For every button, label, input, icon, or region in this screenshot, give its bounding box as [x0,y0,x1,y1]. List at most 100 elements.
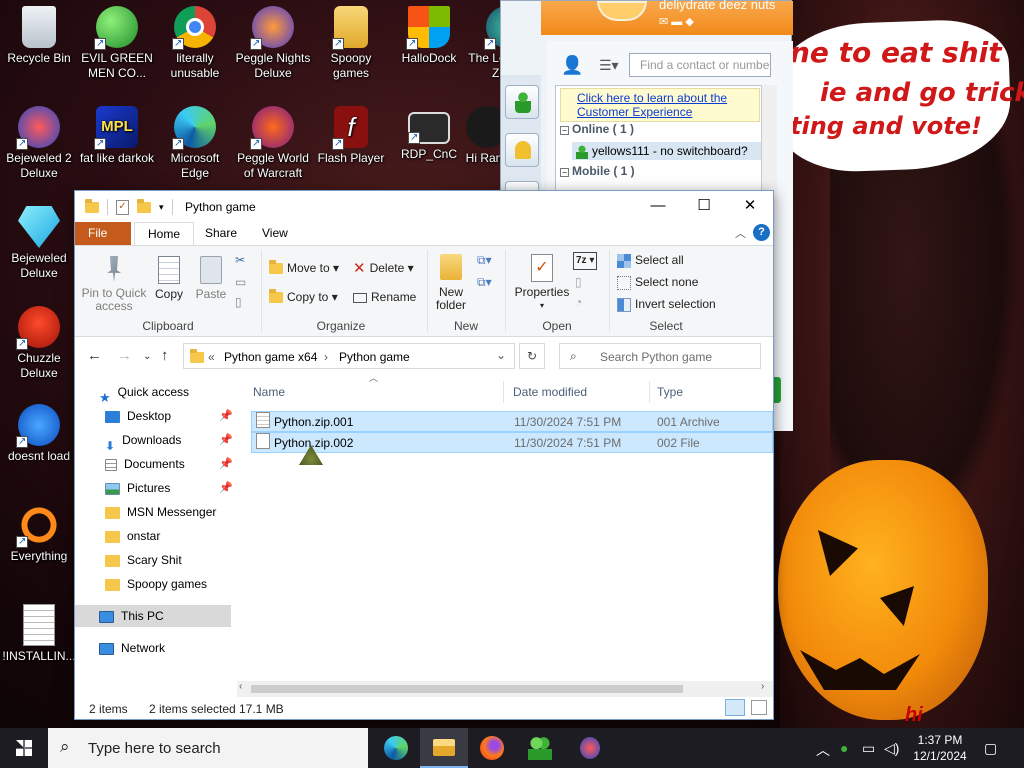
desktop-icon-fat-like-darkok[interactable]: MPL fat like darkok [78,100,156,166]
large-icons-view-icon[interactable] [751,700,767,715]
nav-item-documents[interactable]: Documents [105,453,185,475]
pinned-icon[interactable]: 📌 [219,457,233,470]
msn-mail-icon[interactable]: ✉ ▬ ◆ [659,15,694,28]
desktop-icon-edge[interactable]: Microsoft Edge [156,100,234,181]
properties-check-icon[interactable]: ✓ [116,199,129,215]
select-all-button[interactable]: Select all [617,252,684,268]
taskbar-edge[interactable] [372,728,420,768]
invert-selection-button[interactable]: Invert selection [617,296,716,312]
scroll-left-icon[interactable]: ‹ [239,681,242,692]
minimize-button[interactable]: — [635,191,681,221]
desktop-icon-peggle-nights[interactable]: Peggle Nights Deluxe [234,0,312,81]
pinned-icon[interactable]: 📌 [219,409,233,422]
refresh-button[interactable]: ↻ [519,343,545,369]
start-button[interactable] [0,728,48,768]
desktop-icon-flash-player[interactable]: f Flash Player [312,100,390,166]
paste-shortcut-icon[interactable]: ▯ [235,294,242,310]
breadcrumb-parent[interactable]: Python game x64 [224,350,317,364]
msn-status-message[interactable]: deliydrate deez nuts [659,0,775,12]
desktop-icon-literally-unusable[interactable]: literally unusable [156,0,234,81]
column-header-date[interactable]: Date modified [513,385,587,399]
title-bar[interactable]: ✓ ▾ Python game — ☐ ✕ [75,191,773,222]
nav-item-pictures[interactable]: Pictures [105,477,170,499]
close-button[interactable]: ✕ [727,191,773,221]
desktop-icon-everything[interactable]: Everything [0,498,78,564]
msn-avatar[interactable] [597,1,647,21]
up-arrow-icon[interactable]: ↑ [161,347,169,364]
scroll-right-icon[interactable]: › [761,681,764,692]
select-none-button[interactable]: Select none [617,274,698,290]
taskbar-bejeweled[interactable] [566,728,614,768]
file-explorer-window[interactable]: ✓ ▾ Python game — ☐ ✕ File Home Share Vi… [74,190,774,720]
list-view-menu-icon[interactable]: ☰▾ [599,57,619,74]
copy-path-icon[interactable]: ▭ [235,274,246,290]
column-divider[interactable] [649,381,650,403]
nav-quick-access[interactable]: ★ Quick access [99,381,189,405]
address-bar[interactable]: « Python game x64 › Python game ⌄ [183,343,515,369]
overflow-chevron-icon[interactable]: « [208,350,215,364]
edit-icon[interactable]: ▯ [575,274,582,290]
new-folder-icon[interactable] [137,198,151,213]
search-input[interactable]: ⌕ Search Python game [559,343,761,369]
delete-button[interactable]: ✕ Delete ▾ [353,260,414,277]
tab-file[interactable]: File [75,222,131,245]
copy-button[interactable]: Copy [151,256,187,301]
nav-item-downloads[interactable]: ⬇ Downloads [105,429,181,453]
group-online[interactable]: − Online ( 1 ) [560,122,634,136]
history-icon[interactable]: ◔ [575,294,582,310]
easy-access-icon[interactable]: ⧉▾ [477,274,492,290]
taskbar-search-box[interactable]: ⌕ Type here to search [48,728,368,768]
customer-experience-link[interactable]: Click here to learn about the Customer E… [560,88,760,122]
taskbar-msn-messenger[interactable] [516,728,564,768]
breadcrumb-separator-icon[interactable]: › [324,350,328,364]
msn-contacts-tab-icon[interactable] [505,85,539,119]
move-to-button[interactable]: Move to ▾ [269,260,339,276]
msn-alerts-bell-icon[interactable] [505,133,539,167]
tab-home[interactable]: Home [134,222,195,245]
show-hidden-icons-chevron[interactable]: ︿ [816,740,830,760]
desktop-icon-hallodock[interactable]: HalloDock [390,0,468,66]
file-row[interactable]: Python.zip.001 11/30/2024 7:51 PM 001 Ar… [251,411,773,432]
add-contact-icon[interactable]: 👤 [561,55,583,76]
desktop-icon-bejeweled-deluxe[interactable]: Bejeweled Deluxe [0,200,78,281]
horizontal-scrollbar[interactable]: ‹ › [237,681,773,697]
desktop-icon-spoopy-games[interactable]: Spoopy games [312,0,390,81]
paste-button[interactable]: Paste [193,256,229,301]
nav-this-pc[interactable]: This PC [75,605,231,627]
msn-list-scrollbar[interactable] [761,85,777,205]
desktop-icon-doesnt-load[interactable]: doesnt load [0,398,78,464]
taskbar-file-explorer[interactable] [420,728,468,768]
taskbar-clock[interactable]: 1:37 PM 12/1/2024 [908,732,972,764]
notifications-icon[interactable]: ▢ [984,740,997,757]
cut-scissors-icon[interactable]: ✂ [235,252,245,268]
details-view-icon[interactable] [725,699,745,716]
desktop-icon-bejeweled-2[interactable]: Bejeweled 2 Deluxe [0,100,78,181]
find-contact-input[interactable]: Find a contact or number... [629,53,771,77]
collapse-ribbon-icon[interactable]: ︿ [735,225,746,241]
rename-button[interactable]: Rename [353,289,416,305]
nav-item-desktop[interactable]: Desktop [105,405,171,427]
tab-share[interactable]: Share [192,222,250,245]
new-item-icon[interactable]: ⧉▾ [477,252,492,268]
new-folder-button[interactable]: New folder [431,254,471,312]
forward-arrow-icon[interactable]: → [117,347,132,364]
open-7zip-icon[interactable]: 7z ▾ [573,252,598,270]
column-header-type[interactable]: Type [657,385,683,399]
pin-quick-access-button[interactable]: Pin to Quick access [81,256,147,313]
msn-tray-icon[interactable]: ● [840,740,848,756]
desktop-icon-rdp-cnc[interactable]: RDP_CnC [390,100,468,162]
pinned-icon[interactable]: 📌 [219,481,233,494]
pinned-icon[interactable]: 📌 [219,433,233,446]
maximize-button[interactable]: ☐ [681,191,727,221]
volume-tray-icon[interactable]: ◁) [884,740,899,757]
contact-row[interactable]: yellows111 - no switchboard? [572,142,772,160]
tab-view[interactable]: View [249,222,301,245]
column-header-name[interactable]: Name [253,385,285,399]
nav-item-scary-shit[interactable]: Scary Shit [105,549,182,571]
breadcrumb-current[interactable]: Python game [339,350,410,364]
network-tray-icon[interactable]: ▭ [862,740,875,757]
copy-to-button[interactable]: Copy to ▾ [269,289,338,305]
file-row[interactable]: Python.zip.002 11/30/2024 7:51 PM 002 Fi… [251,432,773,453]
scrollbar-thumb[interactable] [251,685,683,693]
recent-locations-icon[interactable]: ⌄ [143,351,151,362]
